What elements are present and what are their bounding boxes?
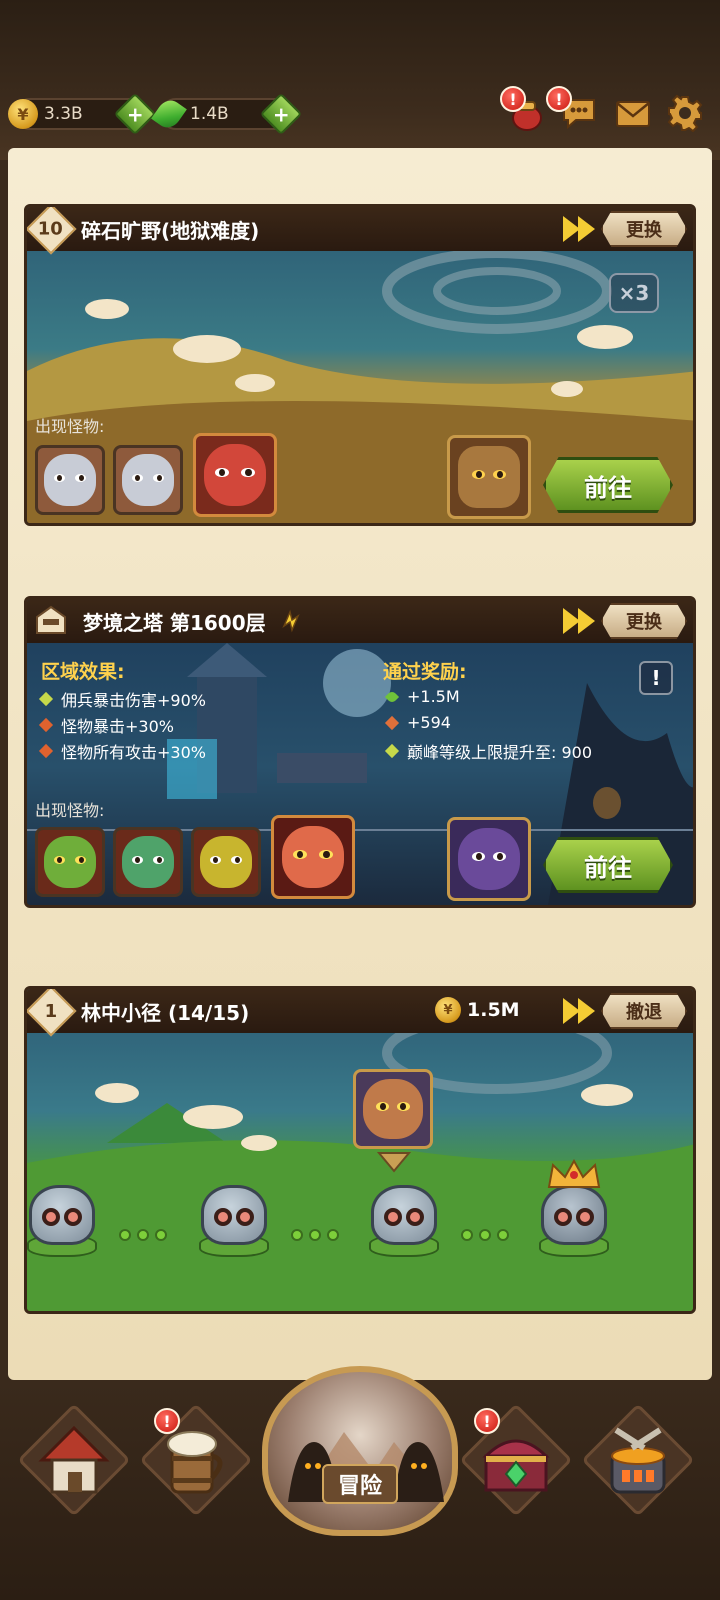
retreat-button[interactable]: 撤退 xyxy=(601,993,687,1029)
monsters-label: 出现怪物: xyxy=(35,417,105,436)
chat-button[interactable]: ! xyxy=(546,86,598,132)
mail-icon xyxy=(616,101,650,127)
zone-effect-row: 怪物所有攻击+30% xyxy=(38,739,206,763)
treasure-alert-badge: ! xyxy=(474,1408,500,1434)
tower-icon xyxy=(36,605,66,634)
gold-value: 3.3B xyxy=(44,104,83,124)
go-button[interactable]: 前往 xyxy=(543,457,673,513)
hero-portrait[interactable] xyxy=(447,435,531,519)
swap-stage-button[interactable]: 更换 xyxy=(601,211,687,247)
current-hero-marker xyxy=(353,1069,433,1149)
event-pouch-button[interactable]: ! xyxy=(500,86,546,132)
forge-icon xyxy=(610,1427,666,1494)
gold-reward: ¥ 1.5M xyxy=(435,997,520,1023)
gem-counter: 1.4B + xyxy=(151,92,303,136)
refresh-icon[interactable] xyxy=(276,606,306,636)
reward-row: +1.5M xyxy=(384,687,460,706)
zone-effects-title: 区域效果: xyxy=(41,661,125,683)
town-icon xyxy=(38,1425,110,1494)
monster-goblin-portrait[interactable] xyxy=(191,827,261,897)
monster-goblin-portrait[interactable] xyxy=(113,827,183,897)
nav-forge[interactable] xyxy=(581,1403,695,1517)
fast-forward-icon[interactable] xyxy=(563,216,595,242)
stage-title: 梦境之塔 第1600层 xyxy=(83,610,266,635)
monster-goblin-portrait[interactable] xyxy=(35,827,105,897)
stage-level-badge: 1 xyxy=(27,989,77,1037)
monster-boar-portrait[interactable] xyxy=(35,445,105,515)
cleared-stage-node[interactable] xyxy=(201,1185,267,1245)
monsters-label: 出现怪物: xyxy=(35,801,105,820)
nav-tavern[interactable]: ! xyxy=(139,1403,253,1517)
stage-title: 碎石旷野(地狱难度) xyxy=(81,218,260,243)
monster-boar-portrait[interactable] xyxy=(113,445,183,515)
reward-row: 巅峰等级上限提升至: 900 xyxy=(384,739,592,763)
path-dots xyxy=(119,1229,167,1241)
stage-card-wasteland: 10 碎石旷野(地狱难度) 更换 ×3 出现怪物: 前往 xyxy=(24,204,696,526)
gem-value: 1.4B xyxy=(190,104,229,124)
nav-adventure[interactable]: 冒险 xyxy=(262,1366,458,1536)
info-button[interactable]: ! xyxy=(639,661,673,695)
pouch-alert-badge: ! xyxy=(500,86,526,112)
zone-effect-row: 佣兵暴击伤害+90% xyxy=(38,687,206,711)
settings-button[interactable] xyxy=(666,94,704,132)
reward-row: +594 xyxy=(384,713,451,732)
stage-level-badge: 10 xyxy=(27,207,77,255)
monster-ogre-boss-portrait[interactable] xyxy=(271,815,355,899)
path-dots xyxy=(461,1229,509,1241)
hero-token-icon xyxy=(384,715,400,730)
coin-icon: ¥ xyxy=(8,99,38,129)
fast-forward-icon[interactable] xyxy=(563,998,595,1024)
gear-icon xyxy=(667,94,703,132)
go-button[interactable]: 前往 xyxy=(543,837,673,893)
gem-icon xyxy=(384,689,400,704)
zone-effect-row: 怪物暴击+30% xyxy=(38,713,174,737)
stage-card-forest-path: 1 林中小径 (14/15) ¥ 1.5M 撤退 xyxy=(24,986,696,1314)
crown-icon xyxy=(547,1159,601,1188)
nav-treasure[interactable]: ! xyxy=(459,1403,573,1517)
path-dots xyxy=(291,1229,339,1241)
gold-counter: ¥ 3.3B + xyxy=(8,92,157,136)
stage-card-dream-tower: 梦境之塔 第1600层 更换 ! 区域效果: 佣兵暴击伤害+90% 怪物暴击+3… xyxy=(24,596,696,908)
nav-town[interactable] xyxy=(17,1403,131,1517)
chat-alert-badge: ! xyxy=(546,86,572,112)
top-bar xyxy=(0,0,720,160)
position-arrow-icon xyxy=(377,1152,411,1173)
cleared-stage-node[interactable] xyxy=(29,1185,95,1245)
rewards-title: 通过奖励: xyxy=(383,661,467,683)
coin-icon: ¥ xyxy=(435,997,461,1023)
monster-boar-boss-portrait[interactable] xyxy=(193,433,277,517)
stage-title: 林中小径 (14/15) xyxy=(81,1000,250,1025)
current-stage-node[interactable] xyxy=(371,1185,437,1245)
swap-stage-button[interactable]: 更换 xyxy=(601,603,687,639)
hero-portrait[interactable] xyxy=(447,817,531,901)
gem-icon xyxy=(151,95,187,133)
boss-stage-node[interactable] xyxy=(541,1185,607,1245)
tavern-alert-badge: ! xyxy=(154,1408,180,1434)
fast-forward-icon[interactable] xyxy=(563,608,595,634)
adventure-label: 冒险 xyxy=(321,1464,398,1504)
mail-button[interactable] xyxy=(614,94,652,132)
speed-multiplier-badge[interactable]: ×3 xyxy=(609,273,659,313)
